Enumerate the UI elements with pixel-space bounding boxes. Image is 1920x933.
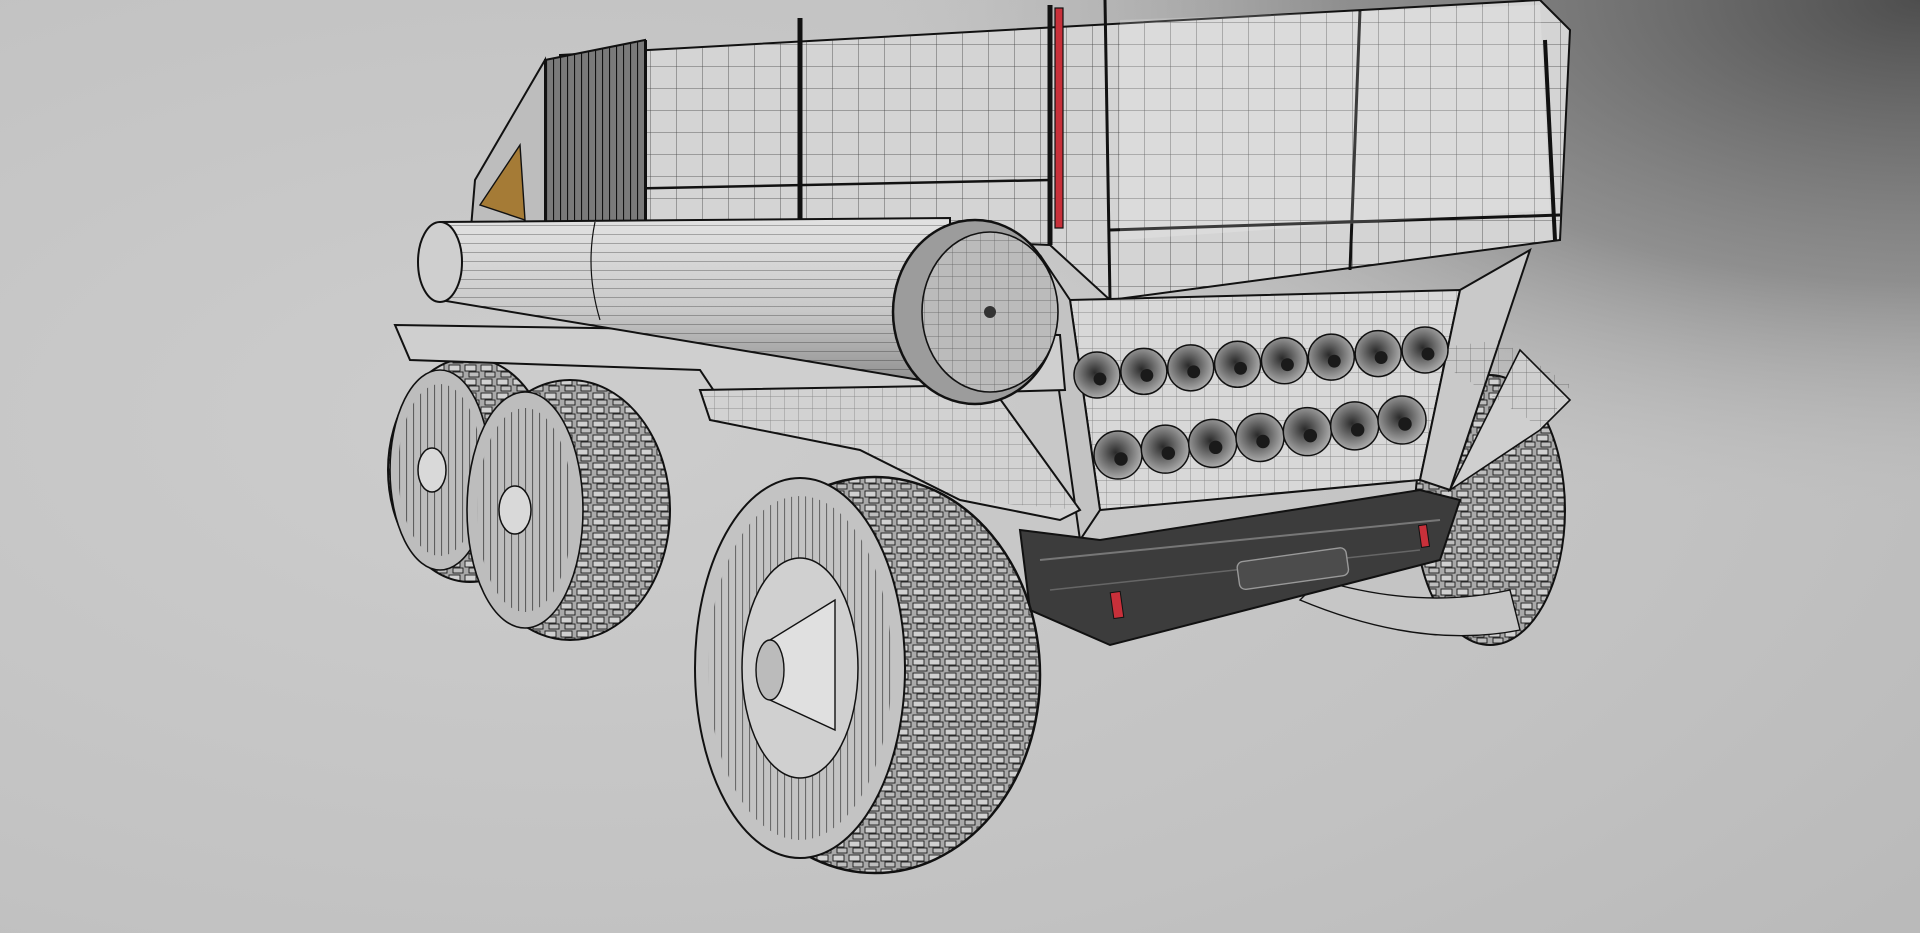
- wheel-middle-far: [466, 379, 671, 641]
- wheel-front-near: [694, 475, 1042, 875]
- exhaust-port-hole: [1327, 354, 1341, 368]
- exhaust-port-hole: [1280, 358, 1294, 372]
- exhaust-port-hole: [1093, 372, 1107, 386]
- exhaust-port-hole: [1303, 428, 1318, 443]
- exhaust-port-hole: [1234, 361, 1248, 375]
- exhaust-port-hole: [1140, 368, 1154, 382]
- exhaust-port-hole: [1161, 446, 1176, 460]
- exhaust-port-hole: [1114, 452, 1128, 466]
- exhaust-port-hole: [1256, 434, 1270, 449]
- exhaust-port-hole: [1208, 440, 1223, 455]
- exhaust-port-hole: [1374, 351, 1388, 365]
- exhaust-port-hole: [1421, 347, 1435, 361]
- exhaust-port-hole: [1187, 365, 1201, 379]
- exhaust-port-hole: [1398, 417, 1412, 431]
- 3d-viewport[interactable]: [0, 0, 1920, 933]
- wireframe-render: [0, 0, 1920, 933]
- exhaust-port-hole: [1350, 423, 1365, 437]
- red-light-strip: [1054, 7, 1064, 229]
